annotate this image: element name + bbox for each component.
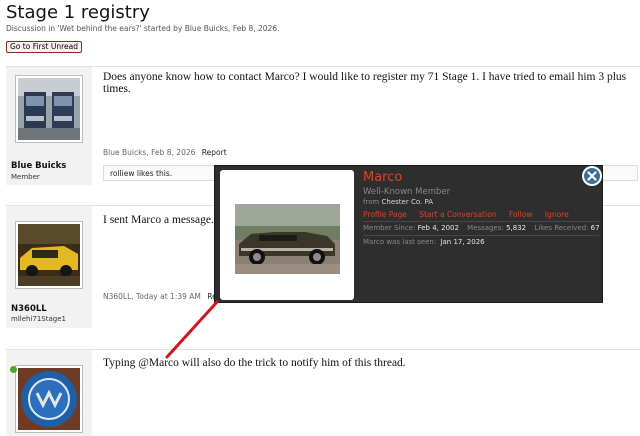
post-message: Typing @Marco will also do the trick to … (103, 357, 406, 369)
member-location: from Chester Co. PA (363, 198, 433, 206)
username[interactable]: Blue Buicks (11, 161, 66, 171)
member-last-seen: Marco was last seen: Jan 17, 2026 (363, 238, 485, 246)
post-divider (6, 349, 640, 350)
post-author-date[interactable]: Blue Buicks, Feb 8, 2026 (103, 148, 195, 157)
avatar[interactable] (15, 75, 83, 143)
last-seen-label: Marco was last seen: (363, 238, 437, 246)
post-user-panel: Blue Buicks Member (6, 67, 92, 185)
member-card-links: Profile Page Start a Conversation Follow… (363, 210, 579, 219)
online-indicator (10, 366, 17, 373)
report-link[interactable]: Report (202, 148, 227, 157)
post-meta: Blue Buicks, Feb 8, 2026 Report (103, 148, 227, 157)
post-message: Does anyone know how to contact Marco? I… (103, 71, 627, 95)
member-card-popup: Marco Well-Known Member from Chester Co.… (214, 165, 603, 303)
thread-title: Stage 1 registry (6, 2, 150, 23)
ignore-link[interactable]: Ignore (545, 210, 569, 219)
member-location-label: from (363, 198, 380, 206)
member-name[interactable]: Marco (363, 170, 402, 185)
likes-received-label: Likes Received: (534, 224, 589, 232)
close-icon[interactable] (582, 166, 602, 186)
likes-text[interactable]: rolliew likes this. (110, 169, 172, 178)
user-title: mllehi71Stage1 (11, 315, 66, 323)
last-seen-value: Jan 17, 2026 (440, 238, 485, 246)
avatar[interactable] (15, 365, 83, 433)
post-message: I sent Marco a message. (103, 214, 214, 226)
member-card-image (235, 204, 340, 274)
user-title: Member (11, 173, 40, 181)
start-conversation-link[interactable]: Start a Conversation (419, 210, 496, 219)
post-user-panel: N360LL mllehi71Stage1 (6, 206, 92, 328)
thread-subline: Discussion in 'Wet behind the ears?' sta… (6, 24, 280, 33)
profile-page-link[interactable]: Profile Page (363, 210, 407, 219)
likes-received-value: 67 (590, 224, 600, 232)
avatar-image (18, 368, 80, 430)
member-card-photo-frame (220, 170, 354, 300)
post-divider (6, 66, 640, 67)
avatar-image (18, 78, 80, 140)
member-stats: Member Since: Feb 4, 2002 Messages: 5,83… (363, 224, 606, 232)
follow-link[interactable]: Follow (509, 210, 533, 219)
member-card-divider (363, 221, 599, 222)
messages-value: 5,832 (506, 224, 527, 232)
member-card-divider (363, 235, 599, 236)
go-to-first-unread-button[interactable]: Go to First Unread (6, 41, 82, 53)
post-user-panel (6, 350, 92, 436)
post-author-date[interactable]: N360LL, Today at 1:39 AM (103, 292, 201, 301)
member-card-avatar[interactable] (235, 204, 340, 274)
avatar[interactable] (15, 221, 83, 289)
username[interactable]: N360LL (11, 304, 47, 314)
member-since-label: Member Since: (363, 224, 416, 232)
avatar-image (18, 224, 80, 286)
messages-label: Messages: (467, 224, 504, 232)
member-location-value: Chester Co. PA (381, 198, 434, 206)
post-meta: N360LL, Today at 1:39 AM Report (103, 292, 232, 301)
member-role: Well-Known Member (363, 187, 451, 197)
close-icon-glyph (587, 171, 597, 181)
member-since-value: Feb 4, 2002 (417, 224, 459, 232)
